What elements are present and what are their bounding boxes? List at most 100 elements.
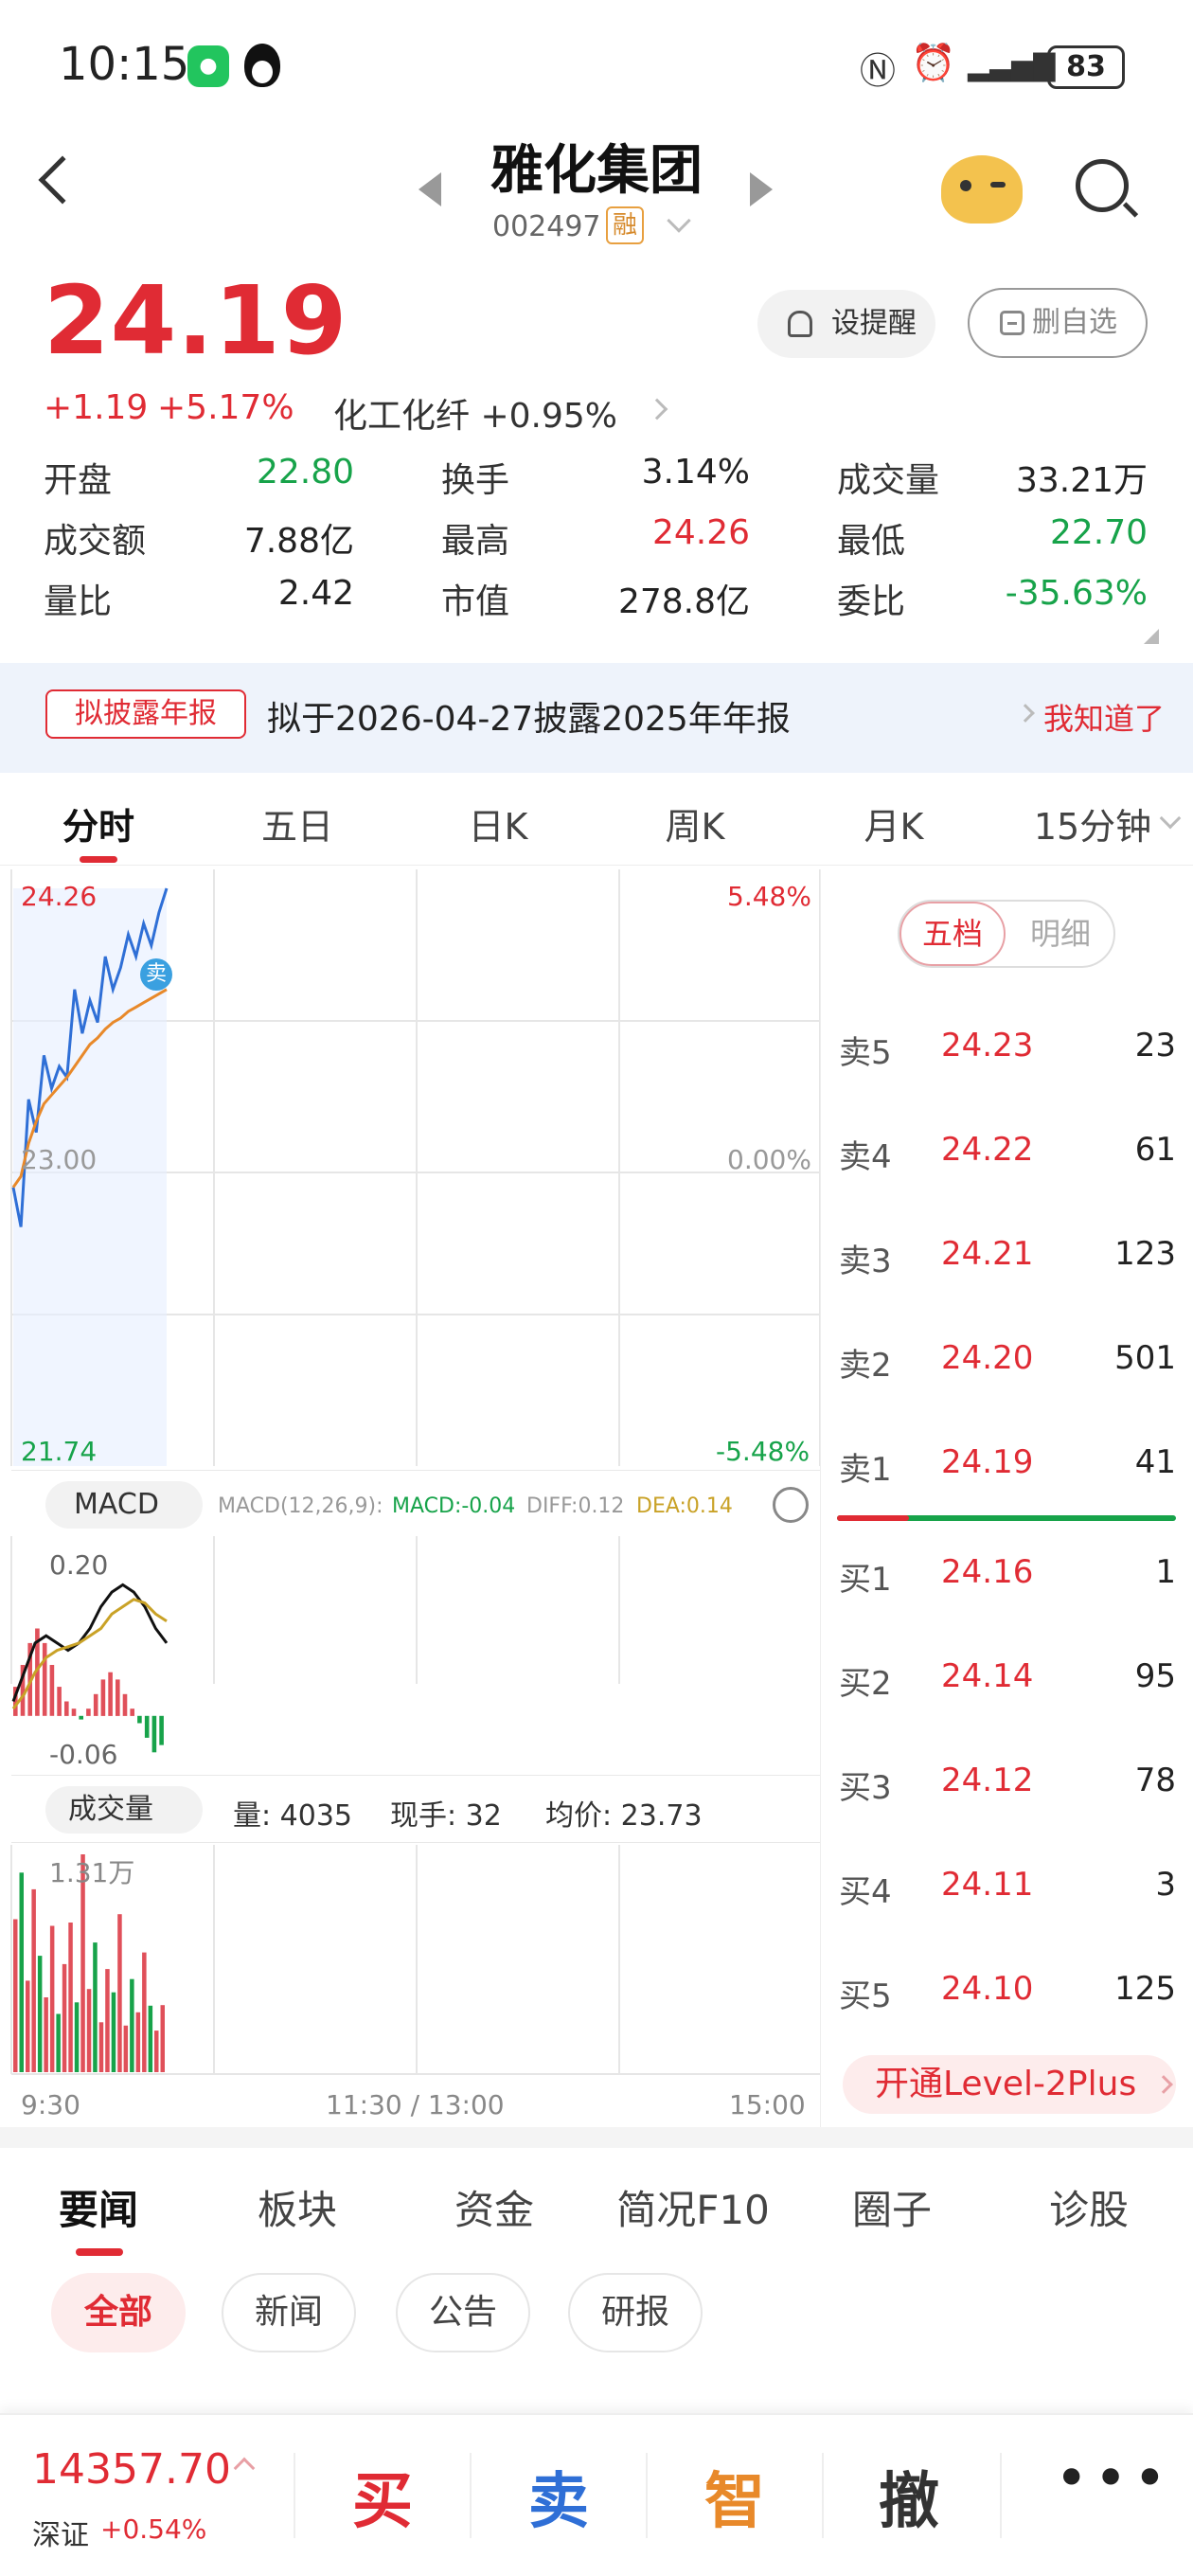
level2-upgrade-button[interactable]: 开通Level-2Plus — [843, 2055, 1176, 2114]
tab-circle[interactable]: 圈子 — [797, 2178, 987, 2236]
macd-bar — [137, 1715, 142, 1724]
ask-label: 卖2 — [839, 1347, 892, 1385]
macd-ymin: -0.06 — [49, 1739, 118, 1770]
section-gap — [0, 2127, 1193, 2148]
volume-bar — [154, 2030, 159, 2072]
search-icon[interactable] — [1076, 159, 1129, 212]
bid-label: 买3 — [839, 1769, 892, 1807]
sector-name: 化工化纤 — [333, 397, 471, 436]
stat-value: 22.80 — [256, 453, 354, 492]
stat-value: 3.14% — [641, 453, 750, 492]
volume-bar — [44, 1997, 48, 2072]
macd-bar — [79, 1715, 83, 1720]
divider — [820, 869, 821, 2129]
volume-bar — [142, 1952, 147, 2072]
stat-label: 最低 — [837, 522, 906, 561]
signal-icon: ▂▃▅▇ — [968, 49, 1056, 82]
settings-icon[interactable] — [773, 1487, 809, 1523]
tab-monthly-k[interactable]: 月K — [818, 797, 970, 850]
set-alert-label: 设提醒 — [831, 307, 917, 340]
stat-label: 换手 — [441, 461, 510, 500]
stat-label: 最高 — [441, 522, 510, 561]
remove-watchlist-label: 删自选 — [1032, 306, 1117, 339]
tab-news[interactable]: 要闻 — [4, 2178, 193, 2236]
filter-news[interactable]: 新闻 — [222, 2273, 356, 2352]
next-stock-icon[interactable] — [750, 172, 773, 206]
smart-button[interactable]: 智 — [678, 2453, 792, 2540]
volume-bar — [98, 2022, 104, 2072]
stat-value: 22.70 — [1049, 513, 1148, 552]
macd-bar — [49, 1665, 55, 1716]
sector-link[interactable]: 化工化纤 +0.95% — [333, 388, 617, 438]
macd-bar — [42, 1642, 47, 1716]
index-value[interactable]: 14357.70 — [32, 2445, 231, 2494]
ask-label: 卖4 — [839, 1138, 892, 1176]
bell-icon — [788, 311, 812, 337]
pct-low-label: -5.48% — [716, 1436, 810, 1467]
minus-box-icon — [1000, 311, 1024, 335]
tab-sector[interactable]: 板块 — [203, 2178, 392, 2236]
stock-code: 002497 — [492, 210, 601, 243]
price-low-label: 21.74 — [21, 1436, 98, 1467]
expand-corner-icon[interactable] — [1144, 629, 1159, 644]
macd-bar — [93, 1693, 98, 1716]
time-start: 9:30 — [21, 2089, 80, 2120]
remove-watchlist-button[interactable]: 删自选 — [968, 288, 1148, 358]
toggle-five-levels[interactable]: 五档 — [899, 902, 1006, 966]
toggle-details[interactable]: 明细 — [1006, 902, 1115, 966]
bid-volume: 95 — [1134, 1657, 1176, 1695]
time-mid: 11:30 / 13:00 — [326, 2089, 505, 2120]
ask-label: 卖5 — [839, 1034, 892, 1072]
bid-price: 24.10 — [941, 1970, 1034, 2008]
set-alert-button[interactable]: 设提醒 — [757, 290, 935, 358]
banner-tag: 拟披露年报 — [45, 689, 246, 739]
stat-value: -35.63% — [1005, 574, 1148, 613]
stat-label: 量比 — [44, 582, 113, 621]
ask-price: 24.19 — [941, 1443, 1034, 1481]
volume-selector[interactable]: 成交量 — [45, 1786, 203, 1834]
cancel-order-button[interactable]: 撤 — [852, 2453, 966, 2540]
wechat-icon: ● — [187, 45, 229, 87]
macd-selector-label: MACD — [74, 1488, 159, 1521]
bid-price: 24.16 — [941, 1553, 1034, 1591]
current-hand: 现手: 32 — [390, 1799, 502, 1833]
tab-daily-k[interactable]: 日K — [422, 797, 574, 850]
volume-bar — [37, 1956, 43, 2072]
tab-five-day[interactable]: 五日 — [222, 797, 373, 850]
price-change: +1.19 — [44, 388, 149, 427]
tab-15min[interactable]: 15分钟 — [1017, 797, 1168, 850]
tab-weekly-k[interactable]: 周K — [619, 797, 771, 850]
macd-bar — [159, 1715, 164, 1745]
tab-intraday[interactable]: 分时 — [23, 797, 174, 850]
margin-badge: 融 — [606, 206, 644, 244]
tab-f10[interactable]: 简况F10 — [598, 2178, 788, 2236]
ask-volume: 61 — [1134, 1131, 1176, 1169]
bid-label: 买1 — [839, 1561, 892, 1599]
volume-bar — [105, 1969, 110, 2072]
tab-diagnosis[interactable]: 诊股 — [994, 2178, 1184, 2236]
macd-selector[interactable]: MACD — [45, 1481, 203, 1529]
bid-volume: 78 — [1134, 1762, 1176, 1799]
filter-all[interactable]: 全部 — [51, 2273, 186, 2352]
filter-research[interactable]: 研报 — [568, 2273, 703, 2352]
filter-announcements[interactable]: 公告 — [396, 2273, 530, 2352]
buy-button[interactable]: 买 — [326, 2453, 439, 2540]
volume-bar — [160, 2005, 165, 2072]
more-icon[interactable]: ••• — [1055, 2445, 1172, 2512]
dismiss-banner-link[interactable]: 我知道了 — [1043, 695, 1165, 739]
sell-button[interactable]: 卖 — [502, 2453, 615, 2540]
active-news-tab-indicator — [76, 2248, 123, 2256]
bid-price: 24.11 — [941, 1866, 1034, 1904]
qq-icon — [244, 44, 280, 87]
time-end: 15:00 — [729, 2089, 806, 2120]
mascot-icon[interactable] — [941, 155, 1023, 224]
bid-label: 买4 — [839, 1873, 892, 1911]
volume-ymax: 1.31万 — [49, 1857, 135, 1888]
sell-marker[interactable]: 卖 — [140, 958, 172, 991]
tab-funds[interactable]: 资金 — [400, 2178, 589, 2236]
chevron-down-icon[interactable] — [667, 208, 691, 233]
divider — [822, 2453, 824, 2538]
stat-label: 市值 — [441, 582, 510, 621]
pct-mid-label: 0.00% — [727, 1144, 811, 1175]
volume-bar — [135, 2012, 141, 2072]
